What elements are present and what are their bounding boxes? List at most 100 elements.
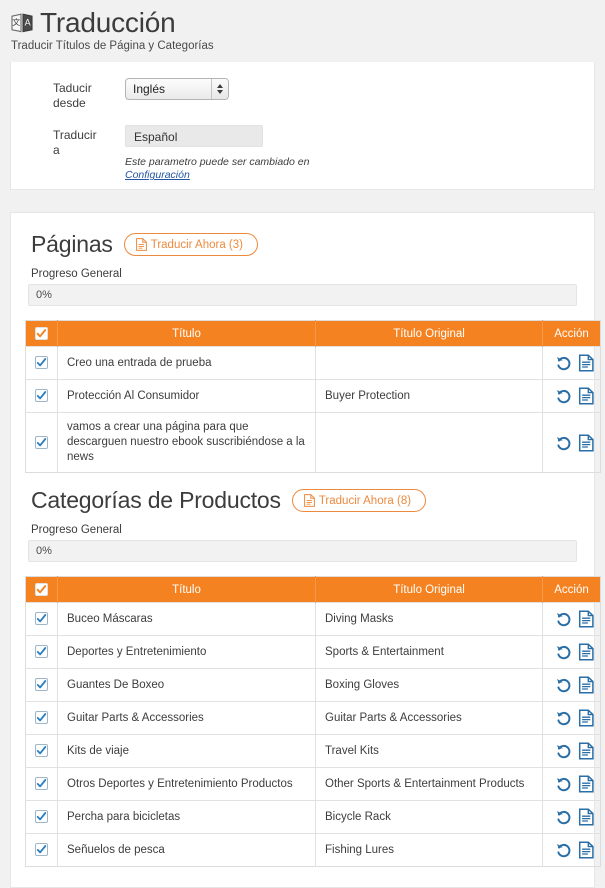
row-checkbox-icon[interactable] — [35, 711, 48, 724]
page-header: 文 A Traducción Traducir Títulos de Págin… — [0, 0, 605, 62]
translate-to-field: Español Este parametro puede ser cambiad… — [125, 125, 310, 182]
row-checkbox-icon[interactable] — [35, 645, 48, 658]
pages-table: Título Título Original Acción Creo una e… — [25, 320, 601, 473]
document-icon[interactable] — [578, 610, 595, 628]
restore-icon[interactable] — [555, 610, 572, 628]
translate-to-label: Traducir a — [53, 125, 115, 158]
row-checkbox-cell[interactable] — [26, 380, 58, 413]
restore-icon[interactable] — [555, 709, 572, 727]
restore-icon[interactable] — [555, 808, 572, 826]
row-checkbox-cell[interactable] — [26, 347, 58, 380]
document-icon[interactable] — [578, 709, 595, 727]
content-panel: Páginas Traducir Ahora (3) Progreso Gene… — [10, 212, 595, 888]
document-icon[interactable] — [578, 841, 595, 859]
row-original-cell — [316, 413, 543, 473]
row-checkbox-icon[interactable] — [35, 678, 48, 691]
restore-icon[interactable] — [555, 676, 572, 694]
categories-col-title: Título — [58, 577, 316, 603]
restore-icon[interactable] — [555, 643, 572, 661]
row-title-cell: Otros Deportes y Entretenimiento Product… — [58, 768, 316, 801]
row-action-cell[interactable] — [543, 768, 601, 801]
select-all-checkbox-icon[interactable] — [35, 327, 48, 340]
row-checkbox-icon[interactable] — [35, 436, 48, 449]
select-all-checkbox-icon[interactable] — [35, 583, 48, 596]
row-action-cell[interactable] — [543, 669, 601, 702]
table-row: Guantes De BoxeoBoxing Gloves — [26, 669, 601, 702]
title-row: 文 A Traducción — [10, 8, 605, 37]
page-title: Traducción — [40, 8, 175, 37]
row-checkbox-cell[interactable] — [26, 636, 58, 669]
translate-to-label-line2: a — [53, 143, 115, 158]
restore-icon[interactable] — [555, 841, 572, 859]
translate-from-row: Taducir desde Inglés — [11, 78, 594, 111]
row-action-cell[interactable] — [543, 636, 601, 669]
document-icon[interactable] — [578, 742, 595, 760]
row-checkbox-cell[interactable] — [26, 669, 58, 702]
row-action-cell[interactable] — [543, 801, 601, 834]
restore-icon[interactable] — [555, 434, 572, 452]
row-title-cell: Percha para bicicletas — [58, 801, 316, 834]
document-icon[interactable] — [578, 643, 595, 661]
translate-from-label: Taducir desde — [53, 78, 115, 111]
row-title-cell: Protección Al Consumidor — [58, 380, 316, 413]
row-title-cell: Guantes De Boxeo — [58, 669, 316, 702]
row-original-cell: Sports & Entertainment — [316, 636, 543, 669]
page-subtitle: Traducir Títulos de Página y Categorías — [11, 40, 605, 52]
row-checkbox-cell[interactable] — [26, 413, 58, 473]
document-icon[interactable] — [578, 808, 595, 826]
categories-progress-label: Progreso General — [31, 524, 580, 536]
restore-icon[interactable] — [555, 742, 572, 760]
row-checkbox-icon[interactable] — [35, 744, 48, 757]
row-action-cell[interactable] — [543, 380, 601, 413]
pages-table-header-row: Título Título Original Acción — [26, 321, 601, 347]
row-original-cell: Guitar Parts & Accessories — [316, 702, 543, 735]
row-checkbox-cell[interactable] — [26, 702, 58, 735]
document-icon[interactable] — [578, 354, 595, 372]
row-checkbox-cell[interactable] — [26, 735, 58, 768]
translate-now-categories-button[interactable]: Traducir Ahora (8) — [292, 489, 426, 512]
row-checkbox-cell[interactable] — [26, 768, 58, 801]
pages-progress-text: 0% — [29, 289, 52, 301]
categories-select-all-header[interactable] — [26, 577, 58, 603]
row-checkbox-icon[interactable] — [35, 389, 48, 402]
settings-link[interactable]: Configuración — [125, 169, 190, 181]
row-action-cell[interactable] — [543, 735, 601, 768]
row-checkbox-icon[interactable] — [35, 356, 48, 369]
translate-to-row: Traducir a Español Este parametro puede … — [11, 125, 594, 182]
settings-panel: Taducir desde Inglés Traducir a Español … — [10, 62, 595, 190]
row-checkbox-cell[interactable] — [26, 834, 58, 867]
categories-table-body: Buceo MáscarasDiving MasksDeportes y Ent… — [26, 603, 601, 867]
document-icon[interactable] — [578, 676, 595, 694]
row-checkbox-cell[interactable] — [26, 801, 58, 834]
row-action-cell[interactable] — [543, 603, 601, 636]
categories-progress-bar: 0% — [28, 540, 577, 562]
categories-table-header-row: Título Título Original Acción — [26, 577, 601, 603]
row-checkbox-icon[interactable] — [35, 777, 48, 790]
row-title-cell: vamos a crear una página para que descar… — [58, 413, 316, 473]
row-checkbox-cell[interactable] — [26, 603, 58, 636]
row-action-cell[interactable] — [543, 702, 601, 735]
pages-col-title: Título — [58, 321, 316, 347]
document-icon[interactable] — [578, 775, 595, 793]
document-icon[interactable] — [578, 434, 595, 452]
row-title-cell: Deportes y Entretenimiento — [58, 636, 316, 669]
restore-icon[interactable] — [555, 775, 572, 793]
row-title-cell: Guitar Parts & Accessories — [58, 702, 316, 735]
row-original-cell — [316, 347, 543, 380]
restore-icon[interactable] — [555, 387, 572, 405]
row-action-cell[interactable] — [543, 834, 601, 867]
restore-icon[interactable] — [555, 354, 572, 372]
row-action-cell[interactable] — [543, 347, 601, 380]
table-row: Percha para bicicletasBicycle Rack — [26, 801, 601, 834]
document-icon — [304, 494, 315, 507]
row-checkbox-icon[interactable] — [35, 612, 48, 625]
source-language-select[interactable]: Inglés — [125, 78, 229, 100]
row-checkbox-icon[interactable] — [35, 843, 48, 856]
row-action-cell[interactable] — [543, 413, 601, 473]
pages-progress-bar: 0% — [28, 284, 577, 306]
pages-select-all-header[interactable] — [26, 321, 58, 347]
row-checkbox-icon[interactable] — [35, 810, 48, 823]
translate-now-pages-button[interactable]: Traducir Ahora (3) — [124, 233, 258, 256]
row-original-cell: Bicycle Rack — [316, 801, 543, 834]
document-icon[interactable] — [578, 387, 595, 405]
